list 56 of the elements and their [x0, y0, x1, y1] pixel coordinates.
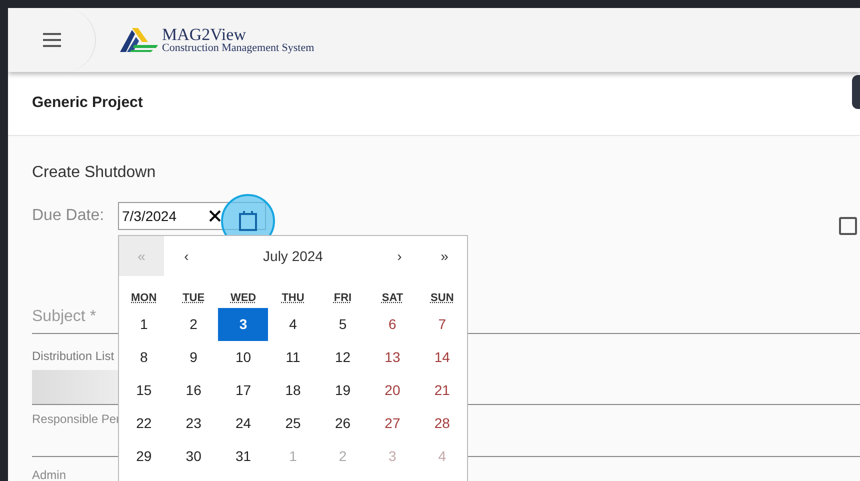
distribution-list-label: Distribution List [32, 349, 114, 363]
calendar-day[interactable]: 5 [318, 308, 368, 341]
calendar-day[interactable]: 19 [318, 374, 368, 407]
calendar-day[interactable]: 1 [119, 308, 169, 341]
logo-subtitle: Construction Management System [162, 43, 314, 54]
calendar-day[interactable]: 20 [368, 374, 418, 407]
due-date-label: Due Date: [32, 206, 106, 226]
month-title[interactable]: July 2024 [209, 246, 377, 266]
clear-icon[interactable] [209, 210, 221, 222]
calendar-day[interactable]: 3 [218, 308, 268, 341]
calendar-day[interactable]: 4 [268, 308, 318, 341]
calendar-day[interactable]: 7 [417, 308, 468, 341]
calendar-day[interactable]: 30 [168, 440, 218, 473]
calendar-day[interactable]: 27 [368, 407, 418, 440]
calendar-day[interactable]: 21 [417, 374, 468, 407]
calendar-day[interactable]: 12 [318, 341, 368, 374]
weekday-label: MON [131, 290, 157, 306]
calendar-day[interactable]: 8 [119, 341, 169, 374]
calendar-icon [239, 211, 257, 231]
calendar-day[interactable]: 29 [119, 440, 169, 473]
side-tab[interactable] [852, 75, 860, 109]
weekday-label: SUN [430, 290, 454, 306]
calendar-day[interactable]: 9 [168, 341, 218, 374]
calendar-day[interactable]: 31 [218, 440, 268, 473]
logo-title: MAG2View [162, 26, 246, 43]
weekday-label: SAT [382, 290, 404, 306]
calendar-day[interactable]: 17 [218, 374, 268, 407]
checkbox[interactable] [839, 217, 857, 235]
calendar-day[interactable]: 14 [417, 341, 468, 374]
calendar-day[interactable]: 22 [119, 407, 169, 440]
calendar-day[interactable]: 28 [417, 407, 468, 440]
calendar-day[interactable]: 18 [268, 374, 318, 407]
calendar-day[interactable]: 24 [218, 407, 268, 440]
calendar-day[interactable]: 2 [168, 308, 218, 341]
calendar-day[interactable]: 10 [218, 341, 268, 374]
calendar-day[interactable]: 13 [368, 341, 418, 374]
calendar-day[interactable]: 16 [168, 374, 218, 407]
next-month-button[interactable]: › [377, 246, 422, 266]
logo-icon [120, 26, 158, 54]
calendar-day[interactable]: 26 [318, 407, 368, 440]
project-title: Generic Project [32, 93, 143, 114]
calendar-day[interactable]: 15 [119, 374, 169, 407]
responsible-person-label: Responsible Per [32, 412, 120, 426]
menu-icon [42, 33, 62, 47]
next-year-button[interactable]: » [422, 246, 467, 266]
weekday-label: THU [282, 290, 304, 306]
prev-month-button[interactable]: ‹ [164, 246, 209, 266]
form-title: Create Shutdown [32, 163, 156, 183]
calendar-day[interactable]: 25 [268, 407, 318, 440]
weekday-label: TUE [182, 290, 205, 306]
calendar-day[interactable]: 23 [168, 407, 218, 440]
calendar-day[interactable]: 11 [268, 341, 318, 374]
admin-label: Admin [32, 468, 66, 481]
weekday-label: FRI [334, 290, 352, 306]
weekday-label: WED [230, 290, 256, 306]
calendar-day[interactable]: 6 [368, 308, 418, 341]
